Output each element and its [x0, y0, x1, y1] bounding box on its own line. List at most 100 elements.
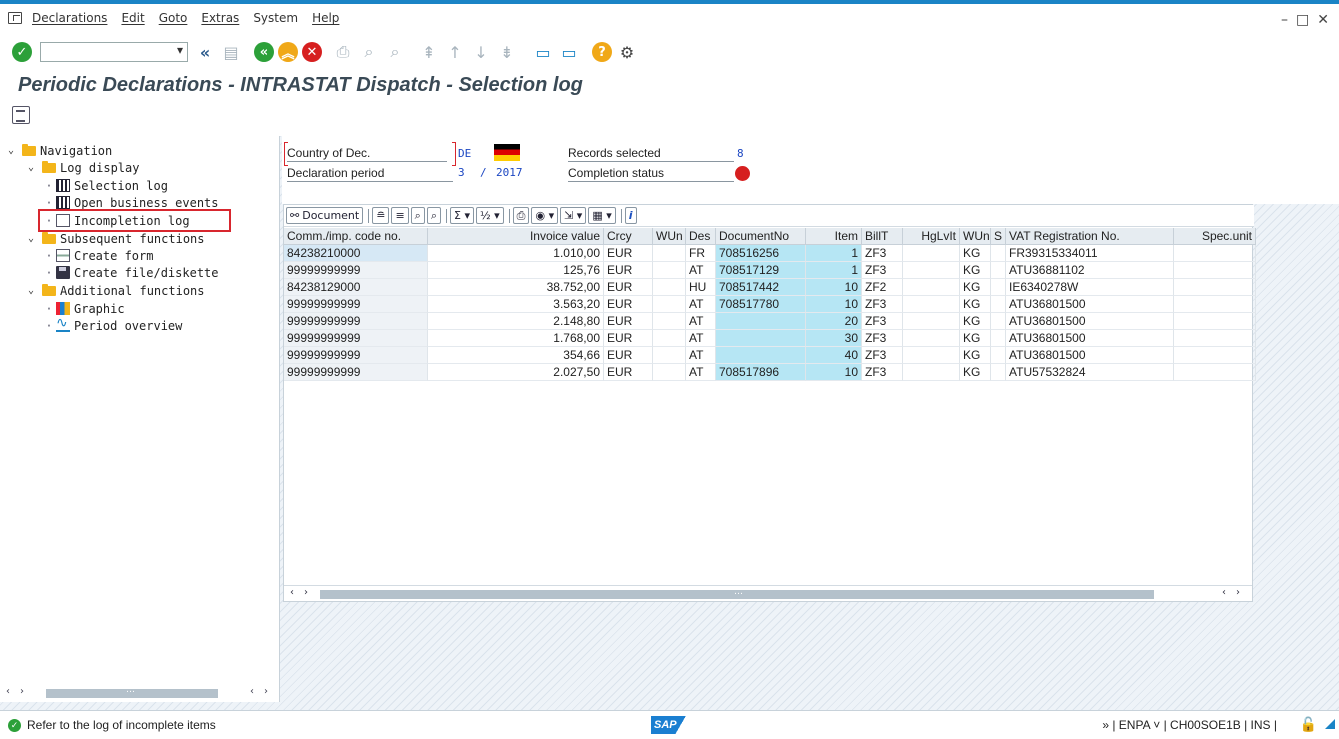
cell-spec-unit[interactable]	[1174, 313, 1256, 330]
command-field[interactable]	[40, 42, 188, 62]
cell-spec-unit[interactable]	[1174, 347, 1256, 364]
cell-spec-unit[interactable]	[1174, 330, 1256, 347]
cell-weight-unit-2[interactable]: KG	[960, 313, 991, 330]
cell-weight-unit-2[interactable]: KG	[960, 330, 991, 347]
new-session-icon[interactable]: ▭	[532, 41, 554, 63]
cancel-icon[interactable]: ✕	[302, 42, 322, 62]
shortcut-icon[interactable]: ▭	[558, 41, 580, 63]
cell-weight-unit-2[interactable]: KG	[960, 245, 991, 262]
cell-hglvit[interactable]	[903, 330, 960, 347]
cell-invoice-value[interactable]: 38.752,00	[428, 279, 604, 296]
cell-invoice-value[interactable]: 1.768,00	[428, 330, 604, 347]
cell-item[interactable]: 30	[806, 330, 862, 347]
cell-spec-unit[interactable]	[1174, 245, 1256, 262]
column-header-s[interactable]: S	[991, 228, 1006, 245]
cell-hglvit[interactable]	[903, 296, 960, 313]
cell-destination[interactable]: AT	[686, 262, 716, 279]
cell-vat-registration[interactable]: ATU57532824	[1006, 364, 1174, 381]
menu-edit[interactable]: Edit	[121, 11, 144, 25]
cell-weight-unit-2[interactable]: KG	[960, 347, 991, 364]
cell-currency[interactable]: EUR	[604, 313, 653, 330]
cell-item[interactable]: 1	[806, 262, 862, 279]
cell-vat-registration[interactable]: IE6340278W	[1006, 279, 1174, 296]
cell-spec-unit[interactable]	[1174, 296, 1256, 313]
cell-currency[interactable]: EUR	[604, 279, 653, 296]
cell-weight-unit[interactable]	[653, 279, 686, 296]
cell-spec-unit[interactable]	[1174, 279, 1256, 296]
column-header-spec-unit[interactable]: Spec.unit	[1174, 228, 1256, 245]
cell-destination[interactable]: AT	[686, 330, 716, 347]
cell-commodity-code[interactable]: 84238129000	[284, 279, 428, 296]
close-icon[interactable]: ✕	[1317, 12, 1329, 28]
cell-hglvit[interactable]	[903, 279, 960, 296]
cell-item[interactable]: 10	[806, 296, 862, 313]
cell-item[interactable]: 20	[806, 313, 862, 330]
lock-icon[interactable]: 🔓	[1300, 716, 1317, 733]
cell-billing-type[interactable]: ZF3	[862, 364, 903, 381]
scroll-right-icon[interactable]: ›	[264, 686, 268, 697]
scroll-right-icon[interactable]: ›	[20, 686, 24, 697]
tree-node-navigation[interactable]: ⌄ Navigation	[8, 142, 112, 159]
cell-document-no[interactable]: 708516256	[716, 245, 806, 262]
cell-commodity-code[interactable]: 99999999999	[284, 296, 428, 313]
double-left-icon[interactable]: «	[194, 41, 216, 63]
tree-node-additional-functions[interactable]: ⌄ Additional functions	[28, 282, 205, 299]
cell-vat-registration[interactable]: ATU36801500	[1006, 296, 1174, 313]
column-header-weight-unit-2[interactable]: WUn	[960, 228, 991, 245]
document-button[interactable]: ⚯ Document	[286, 207, 364, 224]
cell-document-no[interactable]	[716, 330, 806, 347]
cell-hglvit[interactable]	[903, 347, 960, 364]
layout-icon[interactable]: ▦ ▾	[588, 207, 616, 224]
tree-item-period-overview[interactable]: ·Period overview	[44, 315, 182, 334]
tree-node-log-display[interactable]: ⌄ Log display	[28, 159, 139, 176]
sort-descending-icon[interactable]: ≡	[391, 207, 409, 224]
column-header-weight-unit[interactable]: WUn	[653, 228, 686, 245]
cell-commodity-code[interactable]: 99999999999	[284, 313, 428, 330]
cell-destination[interactable]: HU	[686, 279, 716, 296]
cell-currency[interactable]: EUR	[604, 364, 653, 381]
scroll-left-icon[interactable]: ‹	[6, 686, 10, 697]
menu-exit-icon[interactable]	[8, 12, 22, 24]
views-icon[interactable]: ◉ ▾	[531, 207, 559, 224]
cell-billing-type[interactable]: ZF3	[862, 296, 903, 313]
cell-weight-unit-2[interactable]: KG	[960, 262, 991, 279]
cell-document-no[interactable]: 708517896	[716, 364, 806, 381]
cell-vat-registration[interactable]: ATU36801500	[1006, 330, 1174, 347]
column-header-currency[interactable]: Crcy	[604, 228, 653, 245]
cell-s[interactable]	[991, 262, 1006, 279]
cell-s[interactable]	[991, 279, 1006, 296]
menu-extras[interactable]: Extras	[201, 11, 239, 25]
cell-invoice-value[interactable]: 2.148,80	[428, 313, 604, 330]
sum-icon[interactable]: Σ ▾	[450, 207, 474, 224]
cell-destination[interactable]: AT	[686, 296, 716, 313]
column-header-document-no[interactable]: DocumentNo	[716, 228, 806, 245]
back-icon[interactable]: «	[254, 42, 274, 62]
cell-destination[interactable]: FR	[686, 245, 716, 262]
cell-s[interactable]	[991, 364, 1006, 381]
export-icon[interactable]: ⇲ ▾	[560, 207, 587, 224]
cell-hglvit[interactable]	[903, 245, 960, 262]
find-icon[interactable]: ⌕	[410, 207, 425, 224]
cell-weight-unit[interactable]	[653, 313, 686, 330]
column-header-invoice-value[interactable]: Invoice value	[428, 228, 604, 245]
chevron-down-icon[interactable]: ⌄	[8, 145, 18, 156]
scroll-left-icon[interactable]: ‹	[250, 686, 254, 697]
cell-s[interactable]	[991, 330, 1006, 347]
sort-ascending-icon[interactable]: ≘	[372, 207, 390, 224]
tree-item-selection-log[interactable]: · Selection log	[44, 177, 168, 194]
cell-commodity-code[interactable]: 84238210000	[284, 245, 428, 262]
cell-currency[interactable]: EUR	[604, 296, 653, 313]
print-icon[interactable]: ⎙	[512, 207, 530, 224]
cell-s[interactable]	[991, 245, 1006, 262]
cell-s[interactable]	[991, 347, 1006, 364]
cell-s[interactable]	[991, 296, 1006, 313]
cell-billing-type[interactable]: ZF3	[862, 330, 903, 347]
cell-billing-type[interactable]: ZF3	[862, 245, 903, 262]
column-header-item[interactable]: Item	[806, 228, 862, 245]
cell-hglvit[interactable]	[903, 364, 960, 381]
cell-vat-registration[interactable]: ATU36881102	[1006, 262, 1174, 279]
cell-weight-unit[interactable]	[653, 245, 686, 262]
cell-invoice-value[interactable]: 354,66	[428, 347, 604, 364]
system-info[interactable]: » | ENPA ˅ | CH00SOE1B | INS |	[1102, 718, 1277, 732]
cell-weight-unit[interactable]	[653, 364, 686, 381]
